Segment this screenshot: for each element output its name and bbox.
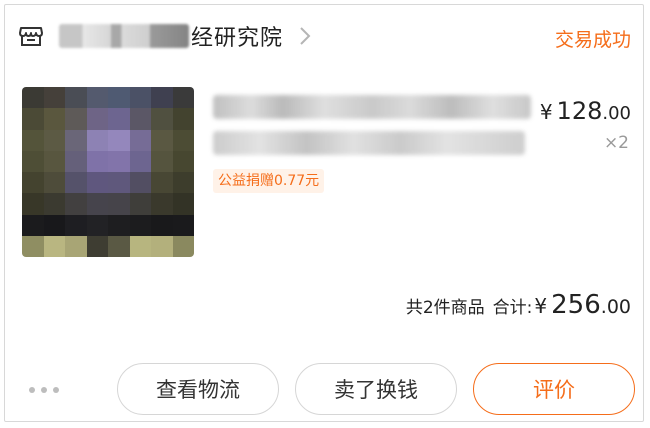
currency-symbol: ¥ <box>539 100 553 124</box>
price-integer: 128 <box>556 97 603 125</box>
total-decimal: .00 <box>600 296 631 318</box>
shop-name: 经研究院 <box>191 26 284 51</box>
total-item-count: 共2件商品 <box>405 298 485 318</box>
shop-name-blurred <box>59 24 189 48</box>
order-status: 交易成功 <box>554 29 631 51</box>
item-quantity: ×2 <box>603 133 629 153</box>
review-button[interactable]: 评价 <box>473 363 635 415</box>
store-icon <box>17 22 45 50</box>
product-title-line1-blurred[interactable] <box>213 95 531 119</box>
view-logistics-button[interactable]: 查看物流 <box>117 363 279 415</box>
product-title-line2-blurred[interactable] <box>213 131 525 155</box>
total-currency-symbol: ¥ <box>534 294 548 318</box>
total-label: 合计: <box>492 298 533 318</box>
resell-button[interactable]: 卖了换钱 <box>295 363 457 415</box>
order-card[interactable]: 经研究院 交易成功 公益捐赠0.77元 ¥ 128 .00 ×2 共2件商品 合… <box>4 4 644 422</box>
more-options-icon[interactable] <box>29 387 59 393</box>
price-decimal: .00 <box>602 103 631 124</box>
item-price: ¥ 128 .00 <box>540 97 631 125</box>
chevron-right-icon <box>299 25 315 47</box>
shop-header[interactable]: 经研究院 <box>17 19 315 53</box>
product-image[interactable] <box>22 87 194 257</box>
order-total: 共2件商品 合计: ¥ 256 .00 <box>406 290 631 320</box>
charity-tag: 公益捐赠0.77元 <box>213 169 325 193</box>
total-integer: 256 <box>551 290 601 320</box>
